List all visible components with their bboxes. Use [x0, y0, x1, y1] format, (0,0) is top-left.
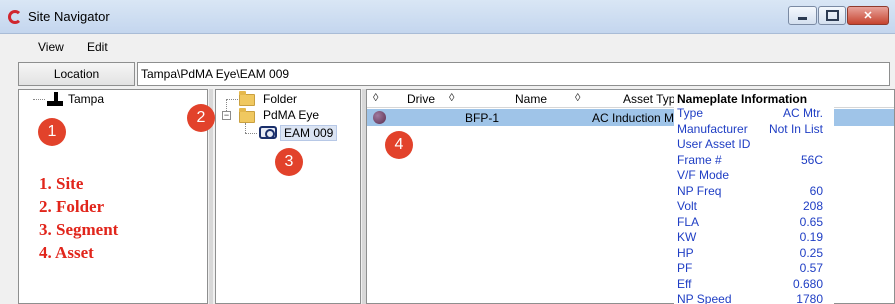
nameplate-value: 0.19 — [799, 230, 823, 244]
sort-icon[interactable]: ◊ — [575, 92, 580, 104]
column-asset-type[interactable]: Asset Typ — [623, 92, 675, 106]
nameplate-key: Eff — [677, 276, 692, 291]
maximize-button[interactable] — [818, 6, 846, 25]
column-name[interactable]: Name — [515, 92, 547, 106]
factory-icon — [45, 92, 65, 106]
callout-4: 4 — [385, 131, 413, 159]
folder-icon — [239, 108, 255, 123]
tree-item-folder[interactable]: Folder — [263, 92, 297, 108]
tree-item-pdma-eye[interactable]: PdMA Eye — [263, 108, 319, 124]
nameplate-value: 0.57 — [799, 261, 823, 275]
nameplate-key: KW — [677, 230, 697, 244]
nameplate-value: 56C — [800, 152, 823, 167]
legend-item-folder: 2. Folder — [39, 197, 105, 216]
nameplate-value: 0.680 — [792, 276, 823, 291]
title-bar: Site Navigator ✕ — [0, 0, 895, 34]
location-label: Location — [18, 62, 135, 86]
legend-item-site: 1. Site — [39, 174, 84, 193]
folder-icon — [239, 91, 255, 106]
window-title: Site Navigator — [28, 9, 110, 24]
tree-item-eam-009[interactable]: EAM 009 — [280, 125, 338, 141]
menu-bar: View Edit — [0, 35, 895, 61]
tree-connector — [245, 133, 257, 134]
nameplate-key: PF — [677, 261, 693, 275]
sort-icon[interactable]: ◊ — [373, 92, 378, 104]
nameplate-row: Frame # 56C — [677, 153, 833, 167]
nameplate-key: HP — [677, 245, 694, 260]
site-navigator-window: Site Navigator ✕ View Edit Location Tamp… — [0, 0, 895, 304]
nameplate-key: NP Speed — [677, 292, 732, 304]
cell-asset-type: AC Induction M — [592, 111, 675, 125]
nameplate-value: 0.25 — [799, 245, 823, 260]
nameplate-key: Volt — [677, 199, 698, 213]
close-icon: ✕ — [863, 10, 873, 22]
cell-name: BFP-1 — [465, 111, 500, 125]
nameplate-key: Frame # — [677, 152, 722, 167]
tree-connector — [245, 123, 246, 133]
status-icon — [373, 111, 386, 124]
nameplate-row: KW 0.19 — [677, 230, 833, 244]
nameplate-value: 60 — [809, 183, 823, 198]
legend-item-asset: 4. Asset — [39, 243, 94, 262]
legend-item-segment: 3. Segment — [39, 220, 119, 239]
nameplate-row: V/F Mode — [677, 168, 833, 182]
folder-pane[interactable]: Folder − PdMA Eye EAM 009 2 3 — [187, 89, 361, 304]
menu-view[interactable]: View — [38, 40, 64, 54]
nameplate-row: NP Speed 1780 — [677, 292, 833, 304]
location-bar: Location Tampa\PdMA Eye\EAM 009 — [18, 62, 890, 86]
nameplate-key: NP Freq — [677, 183, 722, 198]
segment-icon — [259, 126, 277, 139]
nameplate-row: NP Freq 60 — [677, 184, 833, 198]
nameplate-row: PF 0.57 — [677, 261, 833, 275]
location-field[interactable]: Tampa\PdMA Eye\EAM 009 — [137, 62, 890, 86]
nameplate-row: FLA 0.65 — [677, 215, 833, 229]
site-pane[interactable]: Tampa 1 1. Site 2. Folder 3. Segment 4. … — [18, 89, 208, 304]
tree-connector — [226, 99, 238, 100]
callout-3: 3 — [275, 148, 303, 176]
nameplate-key: Manufacturer — [677, 121, 748, 136]
maximize-icon — [819, 7, 845, 24]
nameplate-information-panel: Nameplate Information Type AC Mtr. Manufac… — [674, 90, 834, 304]
minimize-button[interactable] — [788, 6, 817, 25]
nameplate-row: Eff 0.680 — [677, 277, 833, 291]
close-button[interactable]: ✕ — [847, 6, 889, 25]
menu-edit[interactable]: Edit — [87, 40, 108, 54]
nameplate-key: User Asset ID — [677, 137, 751, 151]
nameplate-row: Volt 208 — [677, 199, 833, 213]
nameplate-value: AC Mtr. — [782, 106, 823, 120]
sort-icon[interactable]: ◊ — [449, 92, 454, 104]
collapse-icon[interactable]: − — [222, 111, 231, 120]
minimize-icon — [789, 7, 816, 24]
nameplate-key: FLA — [677, 214, 700, 229]
app-logo-icon — [8, 10, 22, 24]
nameplate-value: Not In List — [768, 121, 823, 136]
callout-2: 2 — [187, 104, 215, 132]
site-item-tampa[interactable]: Tampa — [68, 92, 104, 108]
nameplate-value: 1780 — [796, 292, 823, 304]
nameplate-value: 0.65 — [799, 214, 823, 229]
nameplate-row: User Asset ID — [677, 137, 833, 151]
callout-1: 1 — [38, 118, 66, 146]
nameplate-title: Nameplate Information — [677, 92, 808, 106]
nameplate-key: V/F Mode — [677, 168, 730, 182]
nameplate-row: HP 0.25 — [677, 246, 833, 260]
column-drive[interactable]: Drive — [407, 92, 435, 106]
nameplate-row: Manufacturer Not In List — [677, 122, 833, 136]
nameplate-value: 208 — [802, 199, 823, 213]
nameplate-key: Type — [677, 106, 704, 120]
nameplate-row: Type AC Mtr. — [677, 106, 833, 120]
tree-connector — [33, 99, 45, 100]
legend: 1. Site 2. Folder 3. Segment 4. Asset — [39, 172, 118, 264]
